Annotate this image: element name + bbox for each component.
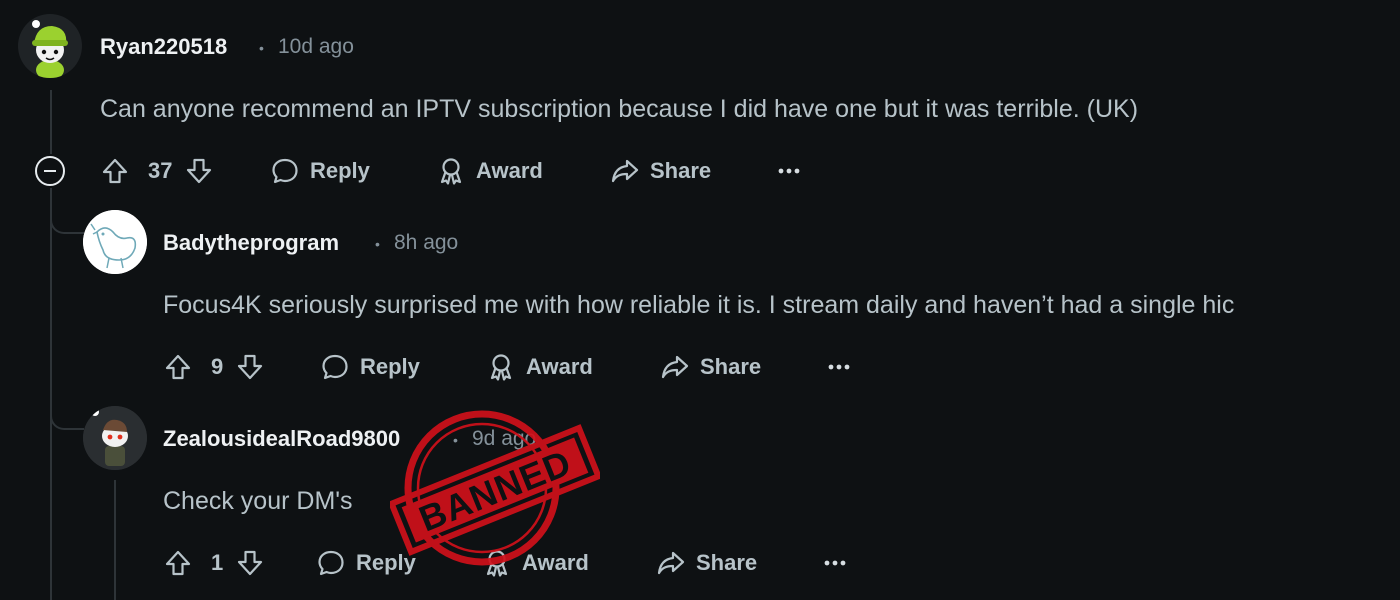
comment-timestamp[interactable]: 10d ago [278,35,354,59]
comment-body: Can anyone recommend an IPTV subscriptio… [100,95,1139,123]
award-label: Award [522,550,589,575]
vote-count: 9 [211,354,224,379]
comment-author[interactable]: Ryan220518 [100,34,227,60]
upvote-icon[interactable] [163,352,193,382]
reply-label: Reply [310,158,370,183]
reply-button[interactable]: Reply [316,541,416,585]
banned-stamp-text: BANNED [413,441,577,539]
award-icon [440,158,462,185]
share-arrow-icon [611,159,639,183]
award-icon [490,354,512,381]
vote-group: 1 [163,541,265,585]
share-arrow-icon [657,551,685,575]
reply-button[interactable]: Reply [320,345,420,389]
downvote-icon[interactable] [184,156,214,186]
award-button[interactable]: Award [486,345,593,389]
comment-body: Check your DM's [163,487,353,515]
meta-separator: • [375,236,380,252]
share-button[interactable]: Share [660,345,761,389]
vote-count: 37 [148,158,173,183]
share-button[interactable]: Share [610,149,711,193]
upvote-icon[interactable] [163,548,193,578]
avatar-snoo-icon [83,406,147,470]
more-options-button[interactable] [828,345,850,389]
thread-line-root [50,90,52,154]
comment-actions: 37 Reply Award Share [0,149,1400,193]
avatar[interactable] [18,14,82,78]
comment-actions: 1 Reply Award Share [0,541,1400,585]
avatar[interactable] [83,406,147,470]
meta-separator: • [259,40,264,56]
thread-elbow-reply-1 [50,200,84,234]
award-button[interactable]: Award [436,149,543,193]
share-label: Share [700,354,762,379]
more-options-button[interactable] [824,541,846,585]
comment-body: Focus4K seriously surprised me with how … [163,291,1235,319]
comment-timestamp[interactable]: 8h ago [394,231,458,255]
comment-actions: 9 Reply Award Share [0,345,1400,389]
downvote-icon[interactable] [235,352,265,382]
thread-elbow-reply-2 [50,396,84,430]
vote-group: 9 [163,345,265,389]
vote-group: 37 [100,149,214,193]
reply-button[interactable]: Reply [270,149,370,193]
speech-bubble-icon [318,550,344,576]
reply-label: Reply [360,354,420,379]
award-label: Award [526,354,593,379]
share-label: Share [696,550,758,575]
share-label: Share [650,158,712,183]
award-icon [486,550,508,577]
speech-bubble-icon [272,158,298,184]
avatar-moomin-sketch-icon [83,210,147,274]
ellipsis-icon [828,364,850,370]
upvote-icon[interactable] [100,156,130,186]
comment-timestamp[interactable]: 9d ago [472,427,536,451]
downvote-icon[interactable] [235,548,265,578]
award-label: Award [476,158,543,183]
avatar-green-snoo-icon [18,14,82,78]
ellipsis-icon [824,560,846,566]
ellipsis-icon [778,168,800,174]
speech-bubble-icon [322,354,348,380]
thread-line-root-lower [50,188,52,600]
vote-count: 1 [211,550,224,575]
reply-label: Reply [356,550,416,575]
award-button[interactable]: Award [482,541,589,585]
comment-author[interactable]: ZealousidealRoad9800 [163,426,400,452]
share-arrow-icon [661,355,689,379]
share-button[interactable]: Share [656,541,757,585]
avatar[interactable] [83,210,147,274]
comment-author[interactable]: Badytheprogram [163,230,339,256]
more-options-button[interactable] [778,149,800,193]
meta-separator: • [453,432,458,448]
